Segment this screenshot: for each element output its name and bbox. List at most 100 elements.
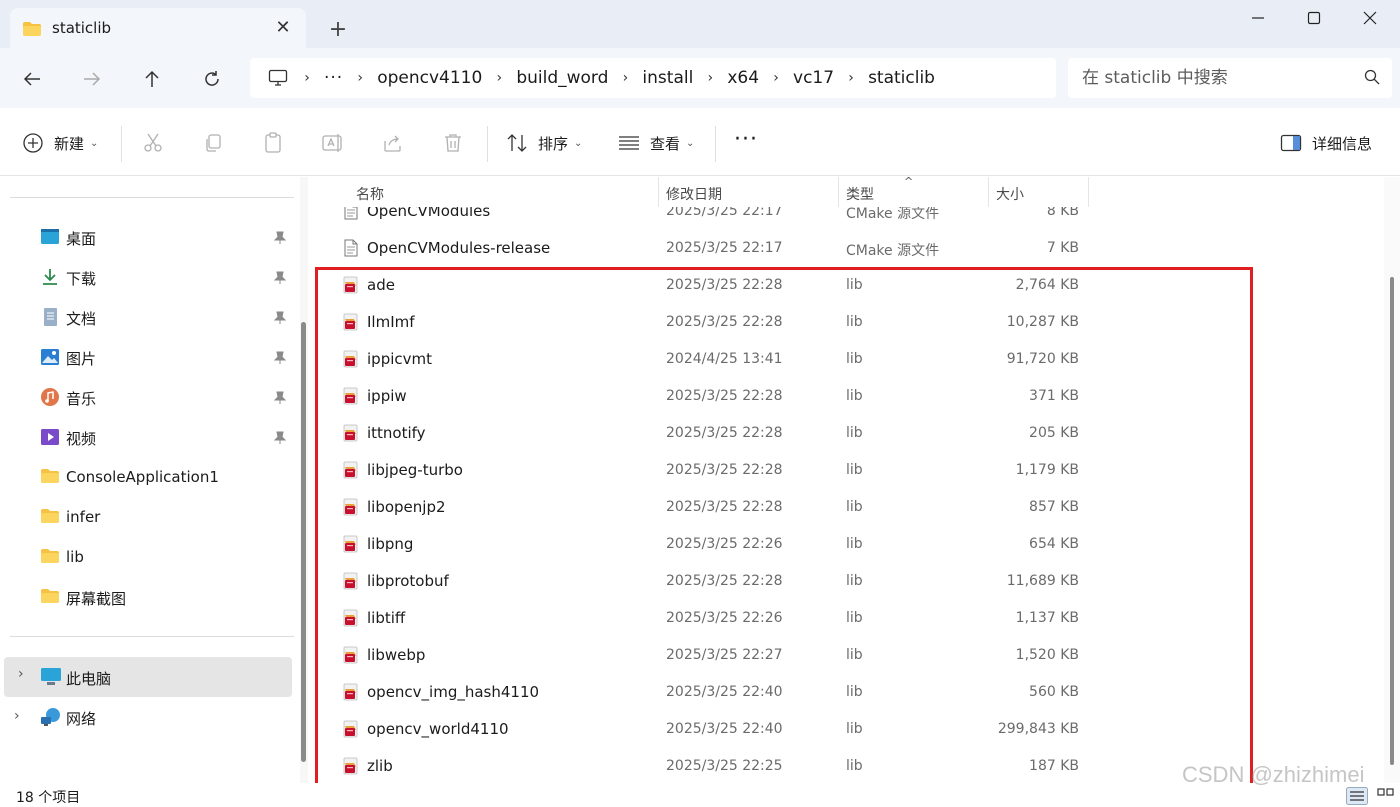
file-row[interactable]: opencv_img_hash4110 2025/3/25 22:40 lib 560…	[314, 674, 1384, 711]
file-row[interactable]: OpenCVModules-release 2025/3/25 22:17 CMak…	[314, 230, 1384, 267]
details-view-icon[interactable]	[1346, 787, 1368, 805]
sidebar-item-lib[interactable]: lib	[0, 539, 294, 575]
file-row[interactable]: libopenjp2 2025/3/25 22:28 lib 857 KB	[314, 489, 1384, 526]
file-size: 857 KB	[1029, 499, 1079, 515]
file-row[interactable]: libtiff 2025/3/25 22:26 lib 1,137 KB	[314, 600, 1384, 637]
search-icon[interactable]	[1364, 69, 1380, 89]
details-pane-button[interactable]: 详细信息	[1280, 128, 1372, 158]
refresh-button[interactable]	[196, 64, 228, 94]
file-row[interactable]: opencv_world4110 2025/3/25 22:40 lib 299,84…	[314, 711, 1384, 748]
rename-button[interactable]	[320, 130, 346, 156]
pin-icon[interactable]	[273, 310, 287, 329]
file-row[interactable]: libjpeg-turbo 2025/3/25 22:28 lib 1,179 KB	[314, 452, 1384, 489]
file-name: ippicvmt	[367, 350, 432, 368]
computer-icon[interactable]	[266, 66, 290, 90]
column-divider[interactable]	[658, 177, 659, 207]
pin-icon[interactable]	[273, 270, 287, 289]
folder-icon	[40, 507, 60, 527]
file-row[interactable]: IlmImf 2025/3/25 22:28 lib 10,287 KB	[314, 304, 1384, 341]
sidebar-item-consoleapplication1[interactable]: ConsoleApplication1	[0, 459, 294, 495]
document-icon	[40, 307, 60, 327]
cut-button[interactable]	[140, 130, 166, 156]
file-row[interactable]: libwebp 2025/3/25 22:27 lib 1,520 KB	[314, 637, 1384, 674]
file-list-scrollbar-thumb[interactable]	[1390, 277, 1394, 765]
clipboard-icon	[265, 132, 281, 153]
close-window-button[interactable]	[1348, 6, 1392, 30]
sidebar-item-label: 文档	[66, 310, 97, 328]
file-row[interactable]: libprotobuf 2025/3/25 22:28 lib 11,689 KB	[314, 563, 1384, 600]
details-pane-icon	[1280, 134, 1302, 152]
up-button[interactable]	[136, 64, 168, 94]
file-row[interactable]: ittnotify 2025/3/25 22:28 lib 205 KB	[314, 415, 1384, 452]
file-date: 2024/4/25 13:41	[666, 351, 783, 367]
column-divider[interactable]	[988, 177, 989, 207]
share-button[interactable]	[380, 130, 406, 156]
copy-button[interactable]	[200, 130, 226, 156]
search-box[interactable]	[1068, 58, 1392, 98]
pin-icon[interactable]	[273, 390, 287, 409]
file-row[interactable]: ippicvmt 2024/4/25 13:41 lib 91,720 KB	[314, 341, 1384, 378]
back-button[interactable]	[16, 64, 48, 94]
more-options-button[interactable]: ···	[734, 124, 758, 154]
tab-staticlib[interactable]: staticlib ✕	[10, 8, 306, 48]
file-row[interactable]: ippiw 2025/3/25 22:28 lib 371 KB	[314, 378, 1384, 415]
pin-icon[interactable]	[273, 430, 287, 449]
column-header-size[interactable]: 大小	[996, 184, 1024, 204]
sidebar-item-pictures[interactable]: 图片	[0, 339, 294, 375]
sort-button[interactable]: 排序 ⌄	[506, 128, 582, 158]
new-button-label: 新建	[54, 134, 85, 153]
sidebar-scrollbar-thumb[interactable]	[301, 322, 306, 762]
forward-button[interactable]	[76, 64, 108, 94]
sidebar-item-downloads[interactable]: 下载	[0, 259, 294, 295]
sidebar-item-infer[interactable]: infer	[0, 499, 294, 535]
new-button[interactable]: 新建 ⌄	[22, 128, 98, 158]
sidebar-item-music[interactable]: 音乐	[0, 379, 294, 415]
breadcrumb-item-vc17[interactable]: vc17	[793, 68, 834, 88]
pin-icon[interactable]	[273, 230, 287, 249]
sidebar-item-screenshots[interactable]: 屏幕截图	[0, 579, 294, 615]
breadcrumb-separator: ›	[848, 70, 854, 86]
sidebar-item-this-pc[interactable]: › 此电脑	[4, 657, 292, 697]
file-size: 654 KB	[1029, 536, 1079, 552]
folder-icon	[22, 21, 42, 41]
sidebar-item-label: 网络	[66, 710, 97, 728]
file-date: 2025/3/25 22:28	[666, 499, 783, 515]
chevron-right-icon[interactable]: ›	[14, 708, 20, 724]
file-row[interactable]: ade 2025/3/25 22:28 lib 2,764 KB	[314, 267, 1384, 304]
column-divider[interactable]	[1088, 177, 1089, 207]
column-header-type[interactable]: 类型	[846, 184, 874, 204]
chevron-right-icon[interactable]: ›	[18, 666, 24, 682]
breadcrumb-overflow-button[interactable]: ···	[324, 68, 343, 88]
breadcrumb-item-build-word[interactable]: build_word	[516, 68, 608, 88]
file-row[interactable]: libpng 2025/3/25 22:26 lib 654 KB	[314, 526, 1384, 563]
breadcrumb-item-install[interactable]: install	[642, 68, 693, 88]
sidebar-item-label: 视频	[66, 430, 97, 448]
sidebar-item-videos[interactable]: 视频	[0, 419, 294, 455]
watermark: CSDN @zhizhimei	[1182, 762, 1365, 787]
breadcrumb-separator: ›	[496, 70, 503, 86]
column-header-name[interactable]: 名称	[356, 184, 384, 204]
view-list-icon	[619, 136, 639, 150]
sidebar-item-desktop[interactable]: 桌面	[0, 219, 294, 255]
search-input[interactable]	[1082, 66, 1342, 90]
file-name: libopenjp2	[367, 498, 446, 516]
plus-circle-icon	[23, 133, 43, 153]
breadcrumb-item-opencv4110[interactable]: opencv4110	[377, 68, 482, 88]
maximize-button[interactable]	[1292, 6, 1336, 30]
column-divider[interactable]	[838, 177, 839, 207]
address-bar[interactable]: › ··· › opencv4110 › build_word › instal…	[250, 58, 1056, 98]
breadcrumb-item-staticlib[interactable]: staticlib	[868, 68, 935, 88]
minimize-button[interactable]	[1236, 6, 1280, 30]
column-header-date[interactable]: 修改日期	[666, 184, 722, 204]
pin-icon[interactable]	[273, 350, 287, 369]
breadcrumb-item-x64[interactable]: x64	[727, 68, 759, 88]
breadcrumb-separator: ›	[707, 70, 714, 86]
view-button[interactable]: 查看 ⌄	[618, 128, 694, 158]
delete-button[interactable]	[440, 130, 466, 156]
sidebar-item-network[interactable]: › 网络	[0, 699, 294, 735]
new-tab-button[interactable]: +	[326, 18, 350, 42]
tiles-view-icon[interactable]	[1376, 787, 1396, 805]
close-tab-button[interactable]: ✕	[272, 17, 294, 39]
paste-button[interactable]	[260, 130, 286, 156]
sidebar-item-documents[interactable]: 文档	[0, 299, 294, 335]
